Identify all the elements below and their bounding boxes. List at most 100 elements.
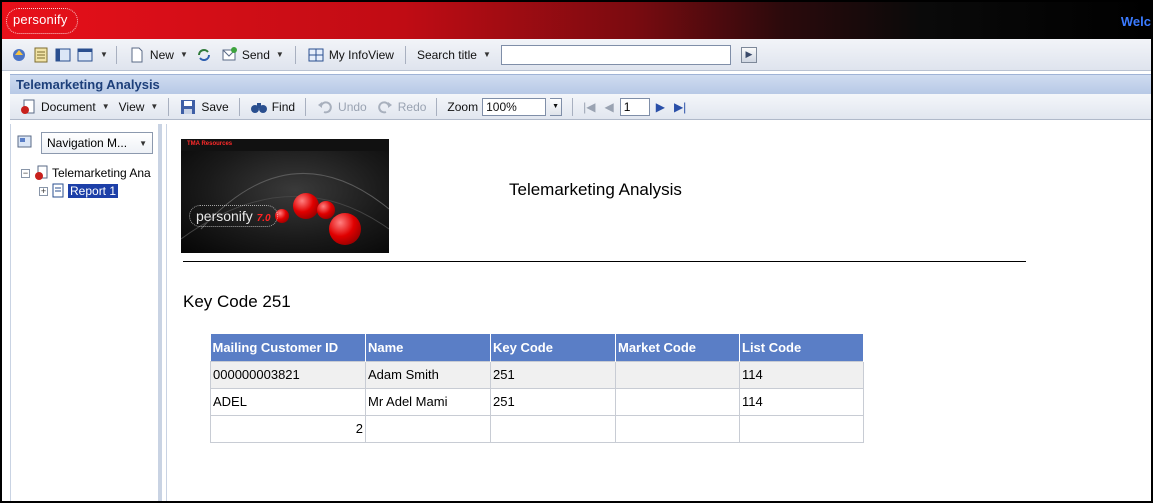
new-document-icon	[128, 46, 146, 64]
zoom-input[interactable]: 100%	[482, 97, 547, 116]
search-input[interactable]	[500, 44, 731, 65]
table-cell: ADEL	[210, 387, 366, 416]
zoom-label: Zoom	[447, 99, 479, 114]
red-sphere	[329, 213, 361, 245]
table-cell	[615, 387, 740, 416]
layout-icon[interactable]	[76, 46, 94, 64]
toolbar-separator	[572, 97, 574, 116]
red-sphere	[317, 201, 335, 219]
document-menu-label: Document	[41, 99, 96, 114]
next-page-button[interactable]: ▶	[653, 96, 668, 118]
document-icon	[19, 98, 37, 116]
toolbar-separator	[115, 45, 117, 64]
chevron-down-icon: ▼	[139, 138, 147, 148]
chevron-down-icon: ▼	[275, 50, 284, 59]
last-page-button[interactable]: ▶|	[671, 96, 689, 118]
brand-bar: personify Welc	[2, 2, 1151, 39]
table-cell: Mr Adel Mami	[365, 387, 491, 416]
table-cell: 2	[210, 414, 366, 443]
find-button[interactable]: Find	[247, 96, 298, 118]
chevron-down-icon: ▼	[179, 50, 188, 59]
column-header: Name	[365, 334, 491, 361]
redo-button[interactable]: Redo	[373, 96, 430, 118]
expand-icon[interactable]: +	[39, 186, 48, 196]
new-button[interactable]: New ▼	[125, 44, 191, 66]
table-cell: 114	[739, 360, 864, 389]
table-row-total: 2	[210, 414, 864, 443]
collapse-icon[interactable]: −	[21, 168, 30, 178]
table-cell	[365, 414, 491, 443]
undo-label: Undo	[338, 99, 367, 114]
nav-header: Navigation M... ▼	[17, 132, 153, 154]
save-icon	[179, 98, 197, 116]
document-title-bar: Telemarketing Analysis	[10, 74, 1151, 94]
report-canvas: TMA Resources personify 7.0 Telemarketin…	[166, 124, 1151, 501]
home-icon[interactable]	[10, 46, 28, 64]
document-menu[interactable]: Document ▼	[16, 96, 113, 118]
toolbar-separator	[168, 97, 170, 116]
folder-view-icon[interactable]	[54, 46, 72, 64]
send-button[interactable]: Send ▼	[217, 44, 287, 66]
undo-button[interactable]: Undo	[313, 96, 370, 118]
infoview-icon	[307, 46, 325, 64]
red-sphere	[293, 193, 319, 219]
document-icon	[33, 165, 49, 181]
toolbar-separator	[404, 45, 406, 64]
personify-logo[interactable]: personify	[6, 8, 78, 34]
send-icon	[220, 46, 238, 64]
first-page-button[interactable]: |◀	[580, 96, 598, 118]
report-title: Telemarketing Analysis	[509, 180, 682, 199]
toolbar-separator	[436, 97, 438, 116]
layout-dropdown-caret[interactable]: ▼	[100, 50, 108, 59]
table-row: ADEL Mr Adel Mami 251 114	[210, 387, 864, 416]
banner-logo: personify 7.0	[189, 205, 278, 227]
page-number-input[interactable]: 1	[619, 97, 650, 116]
tree-item-report[interactable]: + Report 1	[21, 182, 151, 200]
redo-icon	[376, 98, 394, 116]
new-label: New	[149, 47, 174, 62]
toolbar-separator	[238, 97, 240, 116]
section-title: Key Code 251	[183, 292, 291, 311]
toolbar-separator	[305, 97, 307, 116]
report-page-icon	[51, 183, 65, 199]
chevron-down-icon: ▼	[150, 102, 159, 111]
report-banner-image: TMA Resources personify 7.0	[181, 139, 389, 253]
search-title-label: Search title	[416, 47, 477, 62]
column-header: Key Code	[490, 334, 616, 361]
tree-child-label: Report 1	[68, 184, 119, 198]
save-button[interactable]: Save	[176, 96, 231, 118]
table-cell	[615, 360, 740, 389]
welcome-text: Welc	[1120, 14, 1151, 29]
my-infoview-button[interactable]: My InfoView	[304, 44, 397, 66]
app-window: personify Welc ▼ New ▼ Send ▼ My InfoVie…	[0, 0, 1153, 503]
zoom-dropdown-button[interactable]: ▼	[550, 97, 563, 116]
infoview-label: My InfoView	[328, 47, 394, 62]
navigation-map-label: Navigation M...	[47, 136, 128, 150]
report-table: Mailing Customer ID Name Key Code Market…	[210, 334, 864, 443]
save-label: Save	[201, 99, 229, 114]
navigation-pane: Navigation M... ▼ − Telemarketing Ana + …	[10, 124, 162, 501]
view-menu-label: View	[118, 99, 145, 114]
redo-label: Redo	[397, 99, 427, 114]
chevron-down-icon: ▼	[101, 102, 110, 111]
title-divider	[183, 261, 1026, 262]
map-icon[interactable]	[17, 134, 35, 152]
table-cell: 251	[490, 387, 616, 416]
toolbar-separator	[294, 45, 296, 64]
navigation-map-select[interactable]: Navigation M... ▼	[41, 132, 153, 154]
view-menu[interactable]: View ▼	[116, 96, 162, 118]
search-title-dropdown[interactable]: Search title ▼	[414, 44, 494, 66]
table-cell	[615, 414, 740, 443]
column-header: Market Code	[615, 334, 740, 361]
zoom-control: Zoom 100% ▼	[444, 96, 565, 118]
table-cell: Adam Smith	[365, 360, 491, 389]
table-cell: 251	[490, 360, 616, 389]
table-cell: 000000003821	[210, 360, 366, 389]
chevron-down-icon: ▼	[482, 50, 491, 59]
document-list-icon[interactable]	[32, 46, 50, 64]
refresh-icon[interactable]	[195, 46, 213, 64]
search-go-button[interactable]: ▶	[740, 46, 757, 63]
tree-item-root[interactable]: − Telemarketing Ana	[21, 164, 151, 182]
table-cell	[490, 414, 616, 443]
previous-page-button[interactable]: ◀	[601, 96, 616, 118]
